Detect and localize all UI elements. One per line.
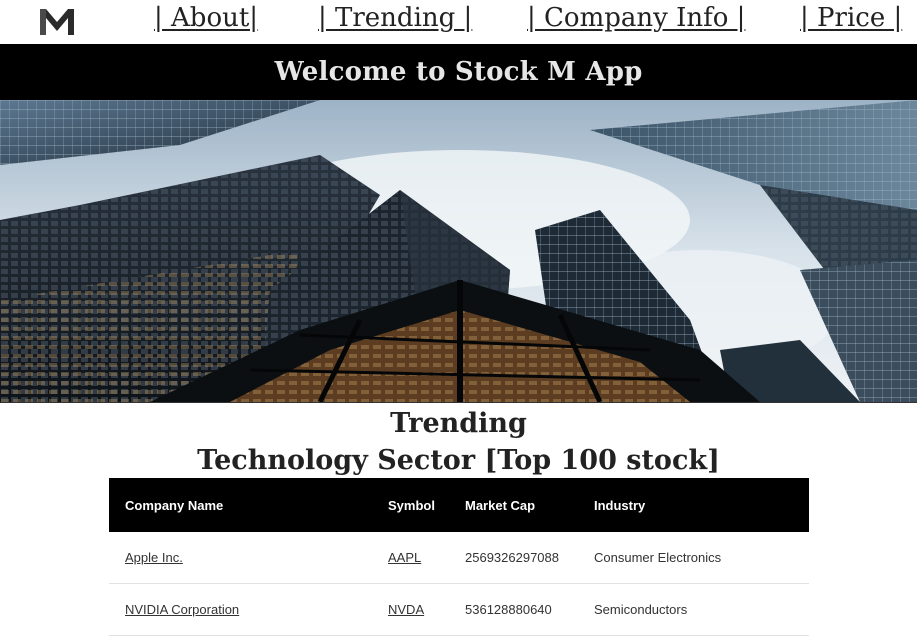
trending-section: Trending Technology Sector [Top 100 stoc… — [0, 403, 917, 481]
nav-link-about[interactable]: | About| — [154, 0, 258, 36]
symbol-cell: AAPL — [372, 532, 449, 584]
nav-link-price[interactable]: | Price | — [800, 0, 902, 36]
company-link[interactable]: NVIDIA Corporation — [125, 602, 239, 617]
industry-cell: Consumer Electronics — [578, 532, 809, 584]
skyscrapers-illustration — [0, 100, 917, 402]
table-header-row: Company Name Symbol Market Cap Industry — [109, 478, 809, 532]
company-name-cell: NVIDIA Corporation — [109, 583, 372, 636]
nav-link-trending[interactable]: | Trending | — [318, 0, 472, 36]
stocks-table: Company Name Symbol Market Cap Industry … — [109, 478, 809, 636]
symbol-link[interactable]: AAPL — [388, 550, 421, 565]
industry-cell: Semiconductors — [578, 583, 809, 636]
market-cap-cell: 536128880640 — [449, 583, 578, 636]
welcome-title: Welcome to Stock M App — [274, 57, 643, 87]
hero-skyscrapers-image — [0, 100, 917, 403]
column-header-symbol: Symbol — [388, 497, 435, 513]
column-header-industry: Industry — [594, 497, 646, 513]
column-header-market-cap: Market Cap — [465, 497, 536, 513]
company-name-cell: Apple Inc. — [109, 532, 372, 584]
symbol-cell: NVDA — [372, 583, 449, 636]
sector-heading: Technology Sector [Top 100 stock] — [197, 445, 720, 476]
table-row: Apple Inc. AAPL 2569326297088 Consumer E… — [109, 532, 809, 584]
trending-heading: Trending — [390, 408, 527, 439]
column-header-company-name: Company Name — [125, 497, 224, 513]
market-cap-cell: 2569326297088 — [449, 532, 578, 584]
nav-link-company-info[interactable]: | Company Info | — [527, 0, 745, 36]
welcome-banner: Welcome to Stock M App — [0, 44, 917, 100]
company-link[interactable]: Apple Inc. — [125, 550, 183, 565]
top-navbar: | About| | Trending | | Company Info | |… — [0, 0, 917, 44]
table-row: NVIDIA Corporation NVDA 536128880640 Sem… — [109, 583, 809, 636]
symbol-link[interactable]: NVDA — [388, 602, 424, 617]
stock-m-logo-icon[interactable] — [38, 5, 76, 37]
